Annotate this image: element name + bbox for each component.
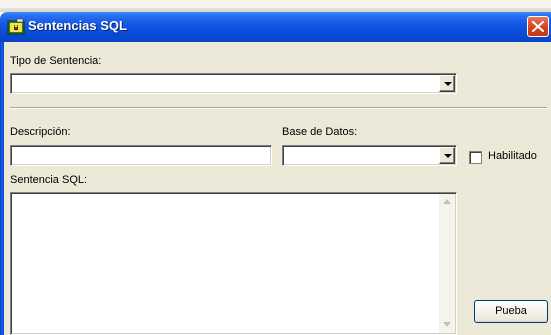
prueba-button[interactable]: Pueba <box>474 300 548 323</box>
base-datos-label: Base de Datos: <box>282 126 358 138</box>
chevron-down-icon <box>444 154 452 158</box>
sentencia-sql-label: Sentencia SQL: <box>10 174 88 186</box>
tipo-sentencia-dropdown-button[interactable] <box>439 75 455 92</box>
dialog-body: Tipo de Sentencia: Descripción: Base de … <box>4 42 551 335</box>
background-strip <box>0 0 551 12</box>
habilitado-checkbox[interactable] <box>469 151 482 164</box>
tipo-sentencia-label: Tipo de Sentencia: <box>10 55 102 67</box>
scroll-down-button[interactable] <box>439 317 455 333</box>
base-datos-select[interactable] <box>282 145 457 166</box>
descripcion-field[interactable] <box>10 145 272 166</box>
habilitado-label[interactable]: Habilitado <box>488 150 537 162</box>
separator <box>10 107 547 109</box>
close-icon <box>532 21 544 32</box>
descripcion-label: Descripción: <box>10 126 71 138</box>
vertical-scrollbar[interactable] <box>439 194 455 333</box>
close-button[interactable] <box>527 16 549 37</box>
tipo-sentencia-select[interactable] <box>10 73 457 94</box>
scroll-down-icon <box>443 322 451 327</box>
base-datos-dropdown-button[interactable] <box>439 147 455 164</box>
scroll-up-button[interactable] <box>439 194 455 210</box>
scroll-up-icon <box>443 199 451 204</box>
sentencia-sql-textarea[interactable] <box>10 192 457 335</box>
chevron-down-icon <box>444 82 452 86</box>
title-bar[interactable]: Sentencias SQL <box>0 12 551 42</box>
sentencias-sql-window: Sentencias SQL Tipo de Sentencia: Descri… <box>0 0 551 335</box>
key-lock-icon <box>7 18 25 36</box>
window-title: Sentencias SQL <box>28 18 127 33</box>
